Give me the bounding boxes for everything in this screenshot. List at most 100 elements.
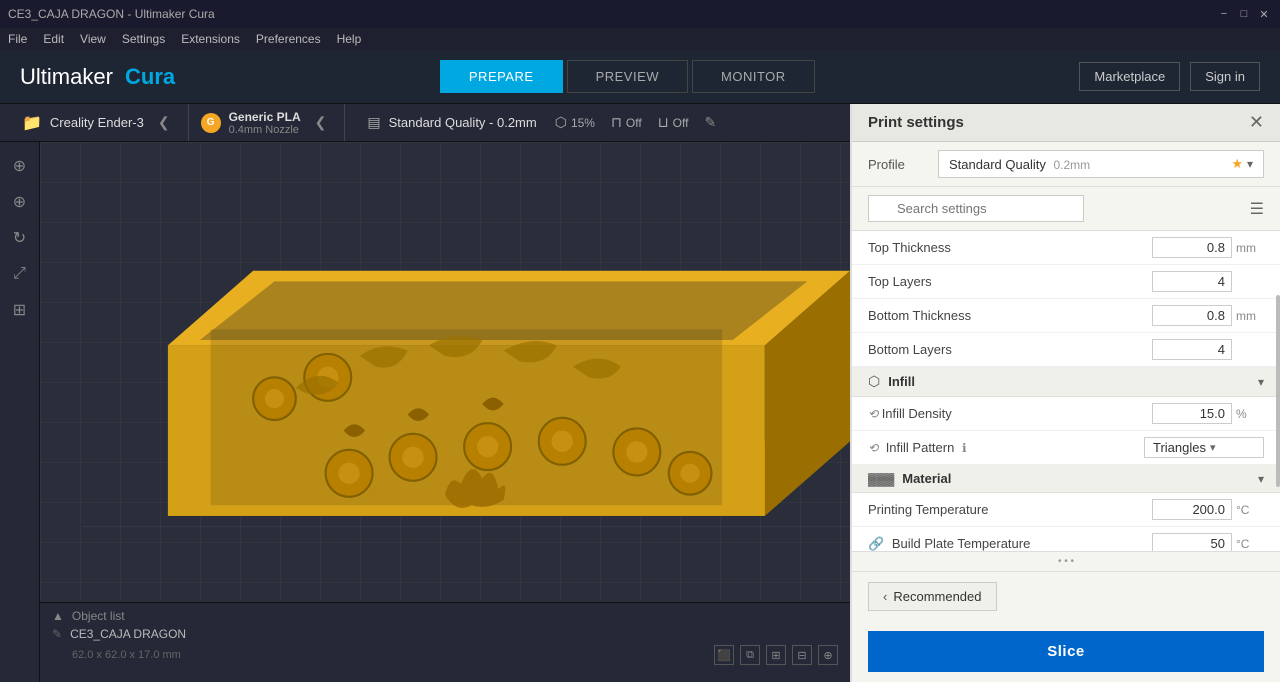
mirror-tool[interactable]: ⊞ <box>6 296 34 324</box>
infill-pattern-dropdown[interactable]: Triangles ▾ <box>1144 437 1264 458</box>
infill-pattern-value: Triangles ▾ <box>1144 437 1264 458</box>
obj-copy-icon[interactable]: ⧉ <box>740 645 760 665</box>
material-section-title: Material <box>902 471 1250 486</box>
scrollbar[interactable] <box>1276 295 1280 487</box>
top-layers-input[interactable] <box>1152 271 1232 292</box>
minimize-button[interactable]: − <box>1216 6 1232 22</box>
print-settings-panel: Print settings ✕ Profile Standard Qualit… <box>850 104 1280 682</box>
bottom-thickness-row: Bottom Thickness mm <box>852 299 1280 333</box>
support-value: Off <box>626 116 642 130</box>
menu-settings[interactable]: Settings <box>122 32 165 46</box>
top-thickness-unit: mm <box>1236 241 1264 255</box>
move-tool[interactable]: ⊕ <box>6 188 34 216</box>
edit-pencil-icon: ✎ <box>52 627 62 641</box>
canvas-area[interactable] <box>40 142 850 602</box>
window-title: CE3_CAJA DRAGON - Ultimaker Cura <box>8 7 215 21</box>
object-list-label: Object list <box>72 609 125 623</box>
print-temp-label: Printing Temperature <box>868 502 1152 517</box>
obj-more-icon[interactable]: ⊕ <box>818 645 838 665</box>
adhesion-icon: ⊔ <box>658 114 669 131</box>
bottom-thickness-unit: mm <box>1236 309 1264 323</box>
3d-model-svg <box>40 142 850 602</box>
panel-bottom: ‹ Recommended <box>852 571 1280 621</box>
material-section-chevron[interactable]: ▾ <box>1258 472 1264 486</box>
bottom-thickness-label: Bottom Thickness <box>868 308 1152 323</box>
filter-button[interactable]: ☰ <box>1250 199 1264 219</box>
search-input[interactable] <box>868 195 1084 222</box>
menu-preferences[interactable]: Preferences <box>256 32 321 46</box>
window-controls[interactable]: − □ ✕ <box>1216 6 1272 22</box>
star-icon[interactable]: ★ <box>1231 156 1243 172</box>
bottom-layers-value <box>1152 339 1264 360</box>
maximize-button[interactable]: □ <box>1236 6 1252 22</box>
menu-extensions[interactable]: Extensions <box>181 32 240 46</box>
tab-preview[interactable]: PREVIEW <box>567 60 688 93</box>
collapse-handle[interactable]: • • • <box>852 551 1280 571</box>
top-layers-label: Top Layers <box>868 274 1152 289</box>
content-area: 📁 Creality Ender-3 ❮ G Generic PLA 0.4mm… <box>0 104 1280 682</box>
profile-label: Profile <box>868 157 928 172</box>
menu-file[interactable]: File <box>8 32 27 46</box>
bottom-thickness-input[interactable] <box>1152 305 1232 326</box>
infill-density-label: ⟲ Infill Density <box>868 406 1152 421</box>
infill-section-chevron[interactable]: ▾ <box>1258 375 1264 389</box>
tab-prepare[interactable]: PREPARE <box>440 60 563 93</box>
main-toolbar: Ultimaker Cura PREPARE PREVIEW MONITOR M… <box>0 50 1280 104</box>
material-section-icon: ▓▓▓ <box>868 472 894 486</box>
nav-tabs: PREPARE PREVIEW MONITOR <box>440 60 815 93</box>
menu-edit[interactable]: Edit <box>43 32 64 46</box>
sub-toolbar: 📁 Creality Ender-3 ❮ G Generic PLA 0.4mm… <box>0 104 850 142</box>
folder-icon: 📁 <box>22 113 42 133</box>
bottom-layers-input[interactable] <box>1152 339 1232 360</box>
profile-value: Standard Quality 0.2mm <box>949 157 1090 172</box>
marketplace-button[interactable]: Marketplace <box>1079 62 1180 91</box>
menu-view[interactable]: View <box>80 32 106 46</box>
object-list-header[interactable]: ▲ Object list <box>52 609 838 623</box>
signin-button[interactable]: Sign in <box>1190 62 1260 91</box>
profile-row: Profile Standard Quality 0.2mm ★ ▾ <box>852 142 1280 187</box>
infill-density-unit: % <box>1236 407 1264 421</box>
material-section-header[interactable]: ▓▓▓ Material ▾ <box>852 465 1280 493</box>
material-name: Generic PLA <box>229 110 301 124</box>
select-tool[interactable]: ⊕ <box>6 152 34 180</box>
object-item: ✎ CE3_CAJA DRAGON <box>52 627 838 641</box>
edit-icon[interactable]: ✎ <box>704 114 716 131</box>
material-section[interactable]: G Generic PLA 0.4mm Nozzle ❮ <box>189 104 346 141</box>
menu-help[interactable]: Help <box>337 32 362 46</box>
quality-icon: ▤ <box>367 114 380 131</box>
build-temp-label: 🔗 Build Plate Temperature <box>868 536 1152 552</box>
infill-value: 15% <box>571 116 595 130</box>
infill-pattern-chevron[interactable]: ▾ <box>1210 441 1216 454</box>
panel-close-button[interactable]: ✕ <box>1249 112 1264 133</box>
recommended-button[interactable]: ‹ Recommended <box>868 582 997 611</box>
top-right-actions: Marketplace Sign in <box>1079 62 1260 91</box>
obj-delete-icon[interactable]: ⊟ <box>792 645 812 665</box>
collapse-icon[interactable]: ▲ <box>52 609 64 623</box>
build-temp-input[interactable] <box>1152 533 1232 551</box>
infill-density-row: ⟲ Infill Density % <box>852 397 1280 431</box>
object-action-icons: ⬛ ⧉ ⊞ ⊟ ⊕ <box>714 645 838 665</box>
material-chevron[interactable]: ❮ <box>309 114 333 131</box>
print-temp-unit: °C <box>1236 503 1264 517</box>
obj-mirror-icon[interactable]: ⊞ <box>766 645 786 665</box>
material-info: Generic PLA 0.4mm Nozzle <box>229 110 301 136</box>
profile-chevron-icon[interactable]: ▾ <box>1247 157 1253 171</box>
print-temp-input[interactable] <box>1152 499 1232 520</box>
infill-section-header[interactable]: ⬡ Infill ▾ <box>852 367 1280 397</box>
titlebar: CE3_CAJA DRAGON - Ultimaker Cura − □ ✕ <box>0 0 1280 28</box>
close-button[interactable]: ✕ <box>1256 6 1272 22</box>
top-thickness-input[interactable] <box>1152 237 1232 258</box>
printer-section[interactable]: 📁 Creality Ender-3 ❮ <box>10 104 189 141</box>
printer-chevron[interactable]: ❮ <box>152 114 176 131</box>
rotate-tool[interactable]: ↻ <box>6 224 34 252</box>
tab-monitor[interactable]: MONITOR <box>692 60 815 93</box>
object-name: CE3_CAJA DRAGON <box>70 627 186 641</box>
profile-select[interactable]: Standard Quality 0.2mm ★ ▾ <box>938 150 1264 178</box>
infill-density-input[interactable] <box>1152 403 1232 424</box>
top-thickness-row: Top Thickness mm <box>852 231 1280 265</box>
slice-button[interactable]: Slice <box>868 631 1264 672</box>
viewport: 📁 Creality Ender-3 ❮ G Generic PLA 0.4mm… <box>0 104 850 682</box>
scale-tool[interactable]: ⤢ <box>6 260 34 288</box>
print-temp-row: Printing Temperature °C <box>852 493 1280 527</box>
obj-cube-icon[interactable]: ⬛ <box>714 645 734 665</box>
